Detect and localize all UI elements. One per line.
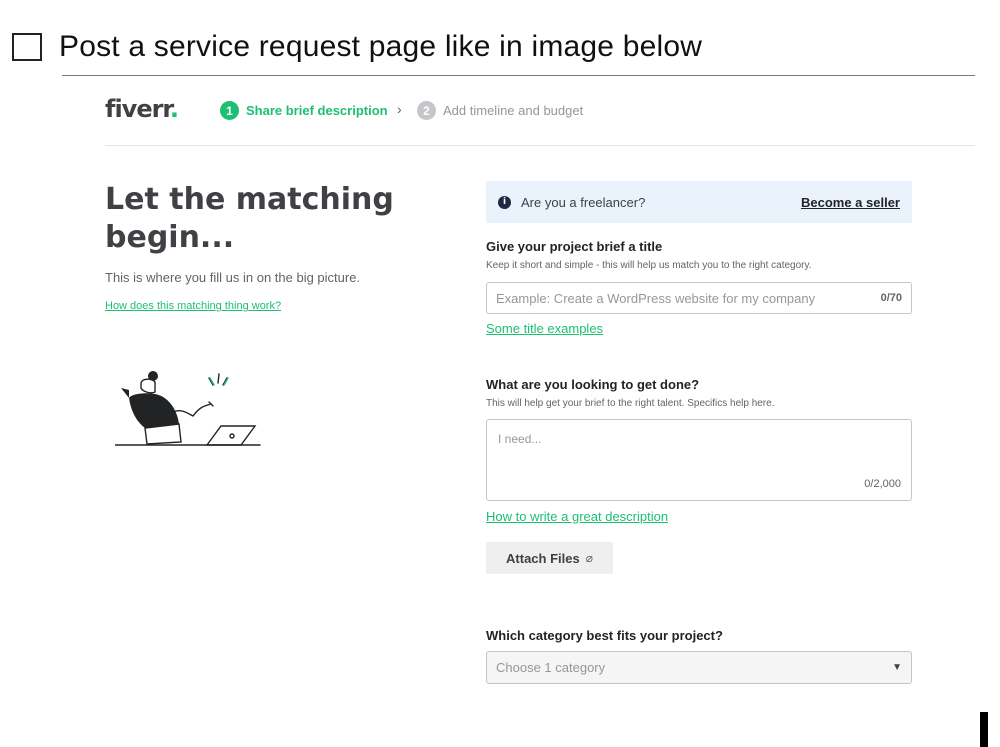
step-timeline-budget: 2 Add timeline and budget xyxy=(417,101,583,120)
chevron-right-icon: › xyxy=(397,101,402,117)
step-number-1: 1 xyxy=(220,101,239,120)
page-subtitle: This is where you fill us in on the big … xyxy=(105,270,361,285)
paperclip-icon: ⌀ xyxy=(585,551,593,565)
cursor-bar xyxy=(980,712,988,747)
description-textarea[interactable]: I need... 0/2,000 xyxy=(486,419,912,501)
info-icon: i xyxy=(498,195,511,209)
description-guide-link[interactable]: How to write a great description xyxy=(486,509,668,524)
chevron-down-icon: ▼ xyxy=(892,662,902,673)
fiverr-logo[interactable]: fiverr. xyxy=(105,95,179,123)
top-bar: fiverr. 1 Share brief description › 2 Ad… xyxy=(105,88,975,146)
description-field-label: What are you looking to get done? xyxy=(486,377,700,392)
page-title: Let the matching begin... xyxy=(105,182,394,255)
category-select[interactable]: Choose 1 category ▼ xyxy=(486,651,912,684)
task-item: Post a service request page like in imag… xyxy=(12,30,702,64)
attach-files-label: Attach Files xyxy=(506,550,580,566)
title-field-help: Keep it short and simple - this will hel… xyxy=(486,260,812,271)
task-text: Post a service request page like in imag… xyxy=(59,30,703,63)
task-checkbox[interactable] xyxy=(12,33,42,61)
how-matching-works-link[interactable]: How does this matching thing work? xyxy=(105,300,281,312)
description-placeholder: I need... xyxy=(498,432,542,446)
freelancer-banner: i Are you a freelancer? Become a seller xyxy=(486,181,912,223)
become-seller-link[interactable]: Become a seller xyxy=(801,195,900,210)
title-examples-link[interactable]: Some title examples xyxy=(486,321,603,336)
task-divider xyxy=(62,75,975,76)
step-share-brief: 1 Share brief description xyxy=(220,101,388,120)
category-placeholder: Choose 1 category xyxy=(496,660,606,675)
step-label-2: Add timeline and budget xyxy=(443,103,584,118)
title-char-counter: 0/70 xyxy=(880,292,902,304)
description-field-help: This will help get your brief to the rig… xyxy=(486,398,775,409)
fiverr-brief-page: fiverr. 1 Share brief description › 2 Ad… xyxy=(105,88,975,747)
freelancer-illustration xyxy=(115,371,261,446)
category-field-label: Which category best fits your project? xyxy=(486,628,723,643)
banner-text: Are you a freelancer? xyxy=(521,194,646,210)
brief-title-input[interactable]: Example: Create a WordPress website for … xyxy=(486,282,912,314)
description-char-counter: 0/2,000 xyxy=(864,478,901,490)
attach-files-button[interactable]: Attach Files ⌀ xyxy=(486,542,613,574)
step-label-1: Share brief description xyxy=(246,103,388,118)
title-field-label: Give your project brief a title xyxy=(486,239,663,254)
step-number-2: 2 xyxy=(417,101,436,120)
brief-title-placeholder: Example: Create a WordPress website for … xyxy=(496,290,816,306)
